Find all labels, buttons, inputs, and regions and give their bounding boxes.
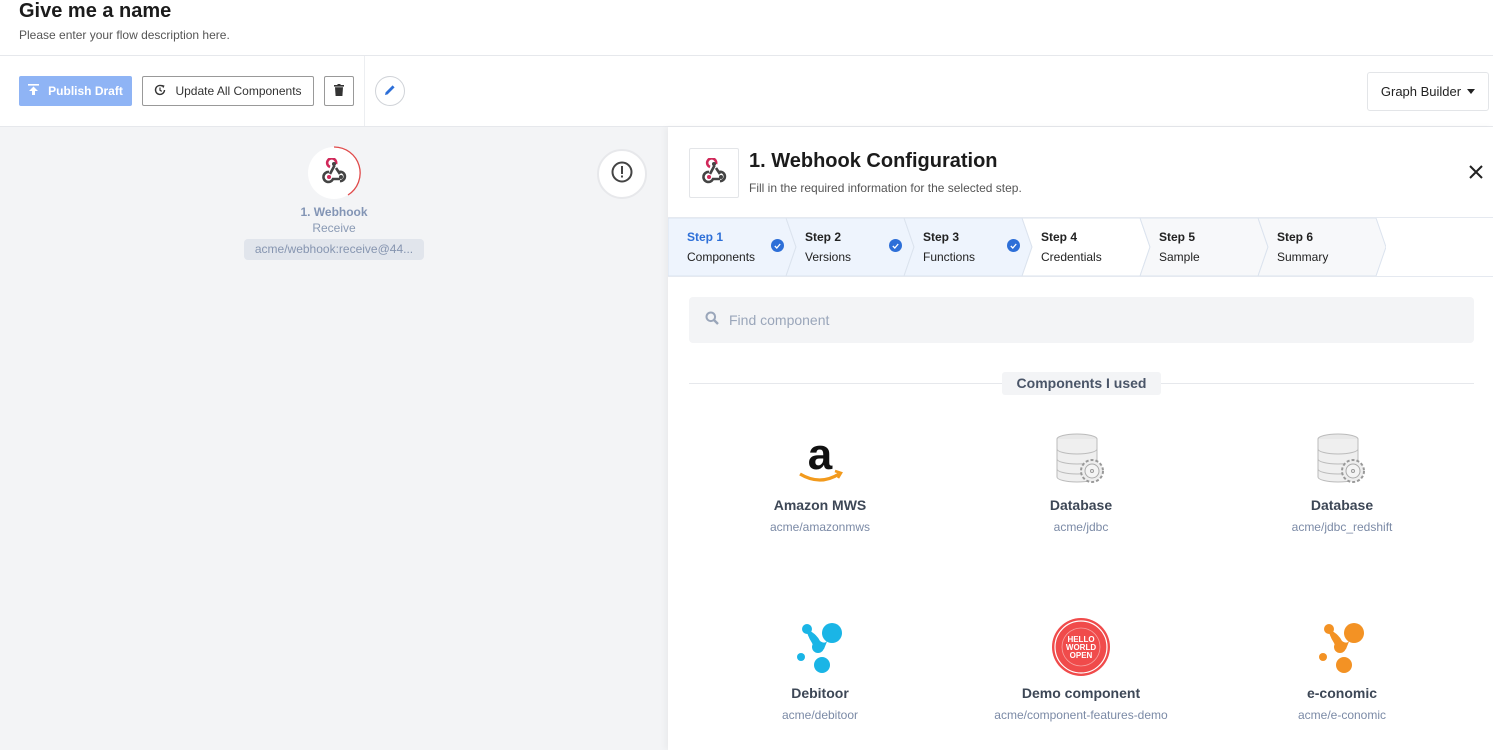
flow-title[interactable]: Give me a name	[19, 0, 171, 22]
panel-subtitle: Fill in the required information for the…	[749, 181, 1022, 195]
check-circle-icon	[771, 239, 784, 252]
step-label: Components	[687, 250, 756, 264]
step-1-components[interactable]: Step 1 Components	[668, 218, 796, 276]
toolbar: Publish Draft Update All Components Grap…	[0, 56, 1493, 127]
caret-down-icon	[1467, 89, 1476, 94]
update-all-components-label: Update All Components	[175, 84, 302, 98]
amazon-logo-icon: a	[790, 429, 850, 489]
close-icon	[1468, 160, 1484, 185]
component-id: acme/debitoor	[781, 708, 859, 722]
panel-title: 1. Webhook Configuration	[749, 150, 998, 172]
component-id: acme/component-features-demo	[994, 708, 1168, 722]
component-name: Amazon MWS	[773, 497, 867, 513]
component-id: acme/jdbc	[1053, 520, 1109, 534]
component-id: acme/e-conomic	[1297, 708, 1387, 722]
step-number: Step 4	[1041, 230, 1078, 244]
node-progress-ring	[333, 146, 361, 196]
step-6-summary[interactable]: Step 6 Summary	[1258, 218, 1386, 276]
exclamation-circle-icon	[611, 161, 633, 188]
component-name: Database	[1310, 497, 1374, 513]
node-component-badge: acme/webhook:receive@44...	[244, 239, 424, 260]
panel-component-logo	[689, 148, 739, 198]
find-component-input[interactable]	[729, 312, 1429, 328]
search-icon	[705, 311, 719, 330]
view-mode-dropdown[interactable]: Graph Builder	[1367, 72, 1489, 111]
component-name: Database	[1049, 497, 1113, 513]
step-label: Credentials	[1041, 250, 1102, 264]
component-card-demo-component[interactable]: HELLO WORLD OPEN Demo component acme/com…	[971, 617, 1191, 722]
step-2-versions[interactable]: Step 2 Versions	[786, 218, 914, 276]
component-card-database-jdbc[interactable]: Database acme/jdbc	[971, 429, 1191, 534]
close-panel-button[interactable]	[1466, 163, 1486, 183]
step-number: Step 1	[687, 230, 724, 244]
flow-canvas[interactable]: 1. Webhook Receive acme/webhook:receive@…	[0, 127, 668, 750]
component-id: acme/amazonmws	[769, 520, 871, 534]
step-number: Step 5	[1159, 230, 1196, 244]
component-name: e-conomic	[1306, 685, 1377, 701]
step-5-sample[interactable]: Step 5 Sample	[1140, 218, 1268, 276]
e-conomic-logo-icon	[1312, 617, 1372, 677]
svg-text:a: a	[808, 433, 833, 479]
node-title: 1. Webhook	[300, 205, 368, 219]
step-shape	[1258, 218, 1386, 276]
flow-description[interactable]: Please enter your flow description here.	[19, 28, 230, 42]
view-mode-label: Graph Builder	[1380, 84, 1462, 99]
hello-world-open-logo-icon: HELLO WORLD OPEN	[1051, 617, 1111, 677]
step-configuration-panel: 1. Webhook Configuration Fill in the req…	[668, 127, 1493, 750]
component-card-amazon-mws[interactable]: a Amazon MWS acme/amazonmws	[710, 429, 930, 534]
step-shape	[1022, 218, 1150, 276]
flow-node-webhook[interactable]: 1. Webhook Receive acme/webhook:receive@…	[244, 146, 424, 260]
refresh-clock-icon	[154, 84, 166, 99]
component-card-e-conomic[interactable]: e-conomic acme/e-conomic	[1232, 617, 1452, 722]
node-subtitle: Receive	[312, 221, 356, 235]
section-label: Components I used	[1002, 372, 1161, 395]
component-name: Debitoor	[791, 685, 849, 701]
publish-draft-button[interactable]: Publish Draft	[19, 76, 132, 106]
component-card-database-redshift[interactable]: Database acme/jdbc_redshift	[1232, 429, 1452, 534]
webhook-icon	[700, 156, 728, 189]
pencil-icon	[384, 84, 396, 99]
step-number: Step 6	[1277, 230, 1314, 244]
components-used-section-header: Components I used	[689, 371, 1474, 395]
stepper: Step 1 Components Step 2 Versions Step 3…	[668, 217, 1493, 277]
step-number: Step 3	[923, 230, 960, 244]
step-label: Summary	[1277, 250, 1329, 264]
toolbar-divider	[364, 56, 365, 126]
warning-button[interactable]	[597, 149, 647, 199]
update-all-components-button[interactable]: Update All Components	[142, 76, 314, 106]
step-shape	[1140, 218, 1268, 276]
debitoor-logo-icon	[790, 617, 850, 677]
delete-button[interactable]	[324, 76, 354, 106]
step-label: Versions	[805, 250, 852, 264]
svg-text:OPEN: OPEN	[1070, 651, 1093, 660]
edit-flow-button[interactable]	[375, 76, 405, 106]
component-card-debitoor[interactable]: Debitoor acme/debitoor	[710, 617, 930, 722]
check-circle-icon	[889, 239, 902, 252]
component-id: acme/jdbc_redshift	[1291, 520, 1393, 534]
node-circle[interactable]	[308, 146, 361, 199]
check-circle-icon	[1007, 239, 1020, 252]
step-3-functions[interactable]: Step 3 Functions	[904, 218, 1032, 276]
step-number: Step 2	[805, 230, 842, 244]
database-gear-icon	[1312, 429, 1372, 489]
publish-draft-label: Publish Draft	[48, 84, 123, 98]
find-component-search[interactable]	[689, 297, 1474, 343]
upload-icon	[28, 84, 40, 98]
step-label: Sample	[1159, 250, 1200, 264]
step-label: Functions	[923, 250, 976, 264]
database-gear-icon	[1051, 429, 1111, 489]
flow-header: Give me a name Please enter your flow de…	[0, 0, 1493, 56]
step-4-credentials[interactable]: Step 4 Credentials	[1022, 218, 1150, 276]
component-name: Demo component	[1021, 685, 1141, 701]
trash-icon	[334, 83, 344, 99]
